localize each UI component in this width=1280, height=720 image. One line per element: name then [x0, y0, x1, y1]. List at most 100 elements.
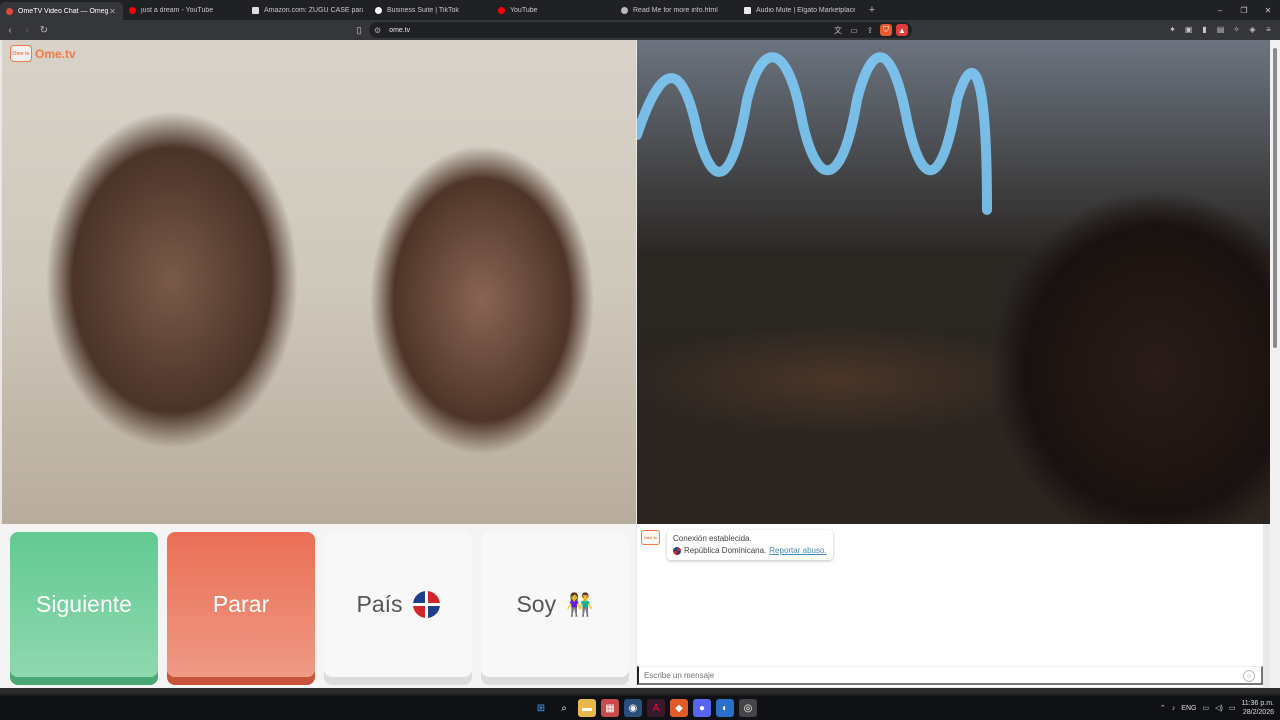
steam-icon[interactable]: ◉	[624, 699, 642, 717]
translate-icon[interactable]: 文	[832, 24, 844, 36]
dominican-flag-small-icon	[673, 547, 681, 555]
next-button-label: Siguiente	[36, 591, 132, 617]
ometv-chat-avatar: Ome tv	[641, 530, 660, 545]
clock-time: 11:36 p.m.	[1241, 700, 1274, 707]
bookmark-icon[interactable]: ▯	[353, 23, 365, 37]
clock-date: 28/2/2026	[1242, 709, 1274, 716]
forward-button[interactable]: ›	[20, 23, 34, 37]
tab-title: just a dream - YouTube	[141, 6, 214, 14]
youtube-favicon-icon	[498, 6, 505, 14]
country-selector[interactable]: País	[324, 532, 472, 677]
dominican-flag-icon	[412, 591, 440, 618]
vpn-icon[interactable]: ◈	[1247, 24, 1258, 35]
partner-country: República Dominicana.	[684, 546, 767, 555]
back-button[interactable]: ‹	[3, 23, 17, 37]
globe-favicon-icon	[621, 6, 628, 14]
couple-icon: 👫	[566, 591, 594, 617]
site-info-icon[interactable]: ⚙	[374, 26, 381, 35]
wallet-2-icon[interactable]: ▤	[1215, 24, 1226, 35]
tab-title: Amazon.com: ZUGU CASE para iPad	[264, 6, 363, 14]
tab-title: Read Me for more info.html	[633, 6, 718, 14]
tab-title: Audio Mute | Elgato Marketplace	[756, 6, 855, 14]
tab-youtube-just-a-dream[interactable]: just a dream - YouTube	[123, 1, 246, 19]
message-input[interactable]	[637, 666, 1263, 685]
neon-light-decoration	[637, 52, 992, 215]
app-icon[interactable]: ◐	[716, 699, 734, 717]
next-button[interactable]: Siguiente	[10, 532, 158, 677]
country-label: País	[356, 591, 403, 617]
new-tab-button[interactable]: +	[865, 4, 879, 16]
ometv-logo-badge: Ome tv	[10, 45, 32, 62]
system-message: Conexión establecida. República Dominica…	[667, 530, 833, 560]
volume-icon[interactable]: ◁)	[1215, 704, 1223, 712]
url-text: ome.tv	[389, 26, 411, 34]
ometv-favicon-icon	[6, 7, 13, 15]
chat-panel: Ome tv Conexión establecida. República D…	[637, 524, 1263, 687]
wallet-icon[interactable]: ▣	[1183, 24, 1194, 35]
window-bottom-edge	[0, 688, 1280, 694]
stranger-video: Ome tv Ome.tv	[2, 40, 636, 524]
close-window-button[interactable]: ✕	[1256, 0, 1280, 20]
page-content: Ome tv Ome.tv Siguiente Parar País Soy 👫	[0, 40, 1280, 694]
sidebar-icon[interactable]: ▮	[1199, 24, 1210, 35]
network-icon[interactable]: ▭	[1202, 704, 1209, 712]
close-tab-icon[interactable]: ✕	[108, 7, 117, 16]
brave-shield-icon[interactable]: ⛉	[880, 24, 892, 36]
maximize-button[interactable]: ❐	[1232, 0, 1256, 20]
adobe-icon[interactable]: A	[647, 699, 665, 717]
tab-readme[interactable]: Read Me for more info.html	[615, 1, 738, 19]
reload-button[interactable]: ↻	[37, 23, 51, 37]
tab-tiktok[interactable]: Business Suite | TikTok	[369, 1, 492, 19]
extensions-icon[interactable]: ✦	[1167, 24, 1178, 35]
gender-label: Soy	[516, 591, 557, 617]
tab-elgato[interactable]: Audio Mute | Elgato Marketplace	[738, 1, 861, 19]
connection-status: Conexión establecida.	[673, 534, 752, 543]
elgato-favicon-icon	[744, 6, 751, 14]
file-explorer-icon[interactable]: ▬	[578, 699, 596, 717]
window-controls: – ❐ ✕	[1208, 0, 1280, 20]
stop-button-label: Parar	[212, 591, 270, 617]
browser-tab-strip: OmeTV Video Chat — Omegle ✕ just a dream…	[0, 0, 1280, 20]
calendar-app-icon[interactable]: ▦	[601, 699, 619, 717]
omnibox-actions: 文 ▭ ⇪ ⛉ ▲	[832, 24, 908, 36]
brave-rewards-icon[interactable]: ▲	[896, 24, 908, 36]
battery-icon[interactable]: ▭	[1229, 704, 1236, 712]
windows-start-icon[interactable]: ⊞	[532, 699, 550, 717]
emoji-icon[interactable]: ☺	[1243, 670, 1255, 682]
browser-toolbar: ‹ › ↻ ▯ ⚙ ome.tv 文 ▭ ⇪ ⛉ ▲ ✦ ▣ ▮ ▤ ✧ ◈ ≡	[0, 20, 1280, 40]
scrollbar-thumb[interactable]	[1273, 48, 1277, 348]
system-tray: ⌃ ♪ ENG ▭ ◁) ▭ 11:36 p.m. 28/2/2026	[1160, 696, 1274, 720]
youtube-favicon-icon	[129, 6, 136, 14]
amazon-favicon-icon	[252, 6, 259, 14]
menu-icon[interactable]: ≡	[1263, 24, 1274, 35]
stop-button[interactable]: Parar	[167, 532, 315, 677]
language-indicator[interactable]: ENG	[1181, 705, 1196, 712]
page-scrollbar[interactable]	[1270, 40, 1280, 694]
brave-browser-icon[interactable]: ◆	[670, 699, 688, 717]
tab-amazon[interactable]: Amazon.com: ZUGU CASE para iPad	[246, 1, 369, 19]
ometv-logo-text: Ome.tv	[35, 46, 76, 61]
tiktok-favicon-icon	[375, 6, 382, 14]
clock[interactable]: 11:36 p.m. 28/2/2026	[1241, 699, 1274, 717]
leo-icon[interactable]: ✧	[1231, 24, 1242, 35]
tab-ometv[interactable]: OmeTV Video Chat — Omegle ✕	[0, 2, 123, 20]
search-icon[interactable]: ⌕	[555, 699, 573, 717]
address-bar[interactable]: ⚙ ome.tv 文 ▭ ⇪ ⛉ ▲	[369, 22, 912, 38]
tab-title: Business Suite | TikTok	[387, 6, 459, 14]
tab-title: YouTube	[510, 6, 538, 14]
minimize-button[interactable]: –	[1208, 0, 1232, 20]
obs-icon[interactable]: ◎	[739, 699, 757, 717]
discord-icon[interactable]: ●	[693, 699, 711, 717]
chevron-up-icon[interactable]: ⌃	[1160, 704, 1166, 712]
windows-taskbar: ⊞ ⌕ ▬ ▦ ◉ A ◆ ● ◐ ◎ ⌃ ♪ ENG ▭ ◁) ▭ 11:36…	[0, 696, 1280, 720]
share-icon[interactable]: ⇪	[864, 24, 876, 36]
microphone-icon[interactable]: ♪	[1172, 705, 1176, 712]
self-video	[637, 40, 1270, 524]
tab-title: OmeTV Video Chat — Omegle	[18, 7, 108, 15]
cast-icon[interactable]: ▭	[848, 24, 860, 36]
ometv-logo[interactable]: Ome tv Ome.tv	[10, 45, 76, 62]
tab-youtube[interactable]: YouTube	[492, 1, 615, 19]
extensions-area: ✦ ▣ ▮ ▤ ✧ ◈ ≡	[1167, 24, 1274, 35]
report-abuse-link[interactable]: Reportar abuso.	[769, 545, 826, 557]
gender-selector[interactable]: Soy 👫	[481, 532, 629, 677]
